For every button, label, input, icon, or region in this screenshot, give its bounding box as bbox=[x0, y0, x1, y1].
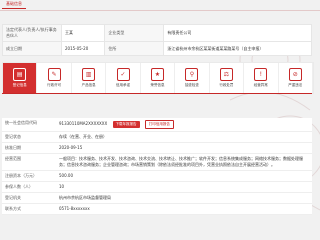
tab-abnormal[interactable]: ! 经营异常 bbox=[244, 63, 279, 93]
detail-label: 登记机关 bbox=[2, 192, 56, 204]
tab-products[interactable]: ▥ 产品信息 bbox=[72, 63, 107, 93]
box-icon: ▥ bbox=[82, 68, 96, 81]
detail-label: 核准日期 bbox=[2, 142, 56, 154]
tab-label: 严重违法 bbox=[288, 83, 303, 87]
info-row: 法定代表人/负责人/执行事务合伙人 王某 企业类型 有限责任公司 bbox=[2, 24, 312, 42]
detail-label: 登记状态 bbox=[2, 131, 56, 143]
detail-row: 登记机关 杭州市余杭区市场监督管理局 bbox=[2, 192, 312, 204]
info-value: 有限责任公司 bbox=[163, 24, 312, 42]
detail-value: 91330110MA2XXXXXXX 下载年报报告 打印信用报告 bbox=[56, 118, 312, 132]
search-icon: ⚲ bbox=[185, 68, 199, 81]
info-label: 成立日期 bbox=[2, 41, 62, 56]
basic-info-table: 法定代表人/负责人/执行事务合伙人 王某 企业类型 有限责任公司 成立日期 20… bbox=[2, 24, 312, 56]
star-icon: ★ bbox=[150, 68, 164, 81]
page: 基础信息 法定代表人/负责人/执行事务合伙人 王某 企业类型 有限责任公司 成立… bbox=[0, 0, 320, 240]
download-report-button[interactable]: 下载年报报告 bbox=[112, 121, 140, 128]
credit-code: 91330110MA2XXXXXXX bbox=[59, 121, 108, 126]
info-value: 2015-05-20 bbox=[60, 41, 106, 56]
tab-label: 经营异常 bbox=[253, 83, 268, 87]
info-row: 成立日期 2015-05-20 住所 浙江省杭州市余杭区某某街道某某路某号（自主… bbox=[2, 41, 312, 56]
tab-license[interactable]: ✎ 行政许可 bbox=[37, 63, 72, 93]
detail-row: 经营范围 一般项目：技术服务、技术开发、技术咨询、技术交流、技术转让、技术推广；… bbox=[2, 153, 312, 171]
detail-row: 统一社会信用代码 91330110MA2XXXXXXX 下载年报报告 打印信用报… bbox=[2, 118, 312, 132]
tab-label: 抽查检查 bbox=[184, 83, 199, 87]
detail-value: 0571-8xxxxxxx bbox=[56, 203, 312, 215]
warning-icon: ! bbox=[254, 68, 268, 81]
check-icon: ✓ bbox=[116, 68, 130, 81]
info-label: 住所 bbox=[104, 41, 165, 56]
detail-value: 2020-09-15 bbox=[56, 142, 312, 154]
tab-honors[interactable]: ★ 荣誉信息 bbox=[141, 63, 176, 93]
detail-row: 登记状态 存续（在营、开业、在册） bbox=[2, 131, 312, 143]
info-label: 企业类型 bbox=[104, 24, 165, 42]
detail-value: 10 bbox=[56, 181, 312, 193]
business-scope: 一般项目：技术服务、技术开发、技术咨询、技术交流、技术转让、技术推广；软件开发；… bbox=[56, 153, 312, 171]
tab-inspection[interactable]: ⚲ 抽查检查 bbox=[175, 63, 210, 93]
tab-label: 行政许可 bbox=[47, 83, 62, 87]
detail-row: 核准日期 2020-09-15 bbox=[2, 142, 312, 154]
tab-label: 产品信息 bbox=[81, 83, 96, 87]
tab-label: 行政处罚 bbox=[219, 83, 234, 87]
registration-detail: 统一社会信用代码 91330110MA2XXXXXXX 下载年报报告 打印信用报… bbox=[2, 118, 312, 215]
pen-icon: ✎ bbox=[47, 68, 61, 81]
detail-label: 经营范围 bbox=[2, 153, 56, 171]
ban-icon: ⊘ bbox=[288, 68, 302, 81]
tab-label: 荣誉信息 bbox=[150, 83, 165, 87]
document-icon: ▤ bbox=[13, 68, 27, 81]
print-report-button[interactable]: 打印信用报告 bbox=[144, 120, 174, 129]
detail-row: 联系方式 0571-8xxxxxxx bbox=[2, 203, 312, 215]
tab-credit[interactable]: ✓ 信用承诺 bbox=[106, 63, 141, 93]
detail-label: 联系方式 bbox=[2, 203, 56, 215]
scale-icon: ⚖ bbox=[219, 68, 233, 81]
category-tabs: ▤ 登记信息 ✎ 行政许可 ▥ 产品信息 ✓ 信用承诺 ★ 荣誉信息 ⚲ 抽查检查 ⚖ 行政处… bbox=[2, 62, 314, 94]
detail-value: 500.00 bbox=[56, 170, 312, 182]
detail-label: 统一社会信用代码 bbox=[2, 118, 56, 132]
tab-registration[interactable]: ▤ 登记信息 bbox=[3, 63, 38, 93]
tab-label: 信用承诺 bbox=[116, 83, 131, 87]
divider bbox=[0, 10, 320, 11]
tab-label: 登记信息 bbox=[12, 83, 27, 87]
detail-label: 注册资本（万元） bbox=[2, 170, 56, 182]
tab-penalty[interactable]: ⚖ 行政处罚 bbox=[210, 63, 245, 93]
detail-value: 杭州市余杭区市场监督管理局 bbox=[56, 192, 312, 204]
detail-row: 注册资本（万元） 500.00 bbox=[2, 170, 312, 182]
info-value: 浙江省杭州市余杭区某某街道某某路某号（自主申报） bbox=[163, 41, 312, 56]
info-value: 王某 bbox=[60, 24, 106, 42]
tab-underline bbox=[2, 93, 312, 94]
info-label: 法定代表人/负责人/执行事务合伙人 bbox=[2, 24, 62, 42]
detail-value: 存续（在营、开业、在册） bbox=[56, 131, 312, 143]
breadcrumb[interactable]: 基础信息 bbox=[2, 1, 26, 9]
detail-row: 参保人数（人） 10 bbox=[2, 181, 312, 193]
detail-label: 参保人数（人） bbox=[2, 181, 56, 193]
tab-violation[interactable]: ⊘ 严重违法 bbox=[279, 63, 313, 93]
